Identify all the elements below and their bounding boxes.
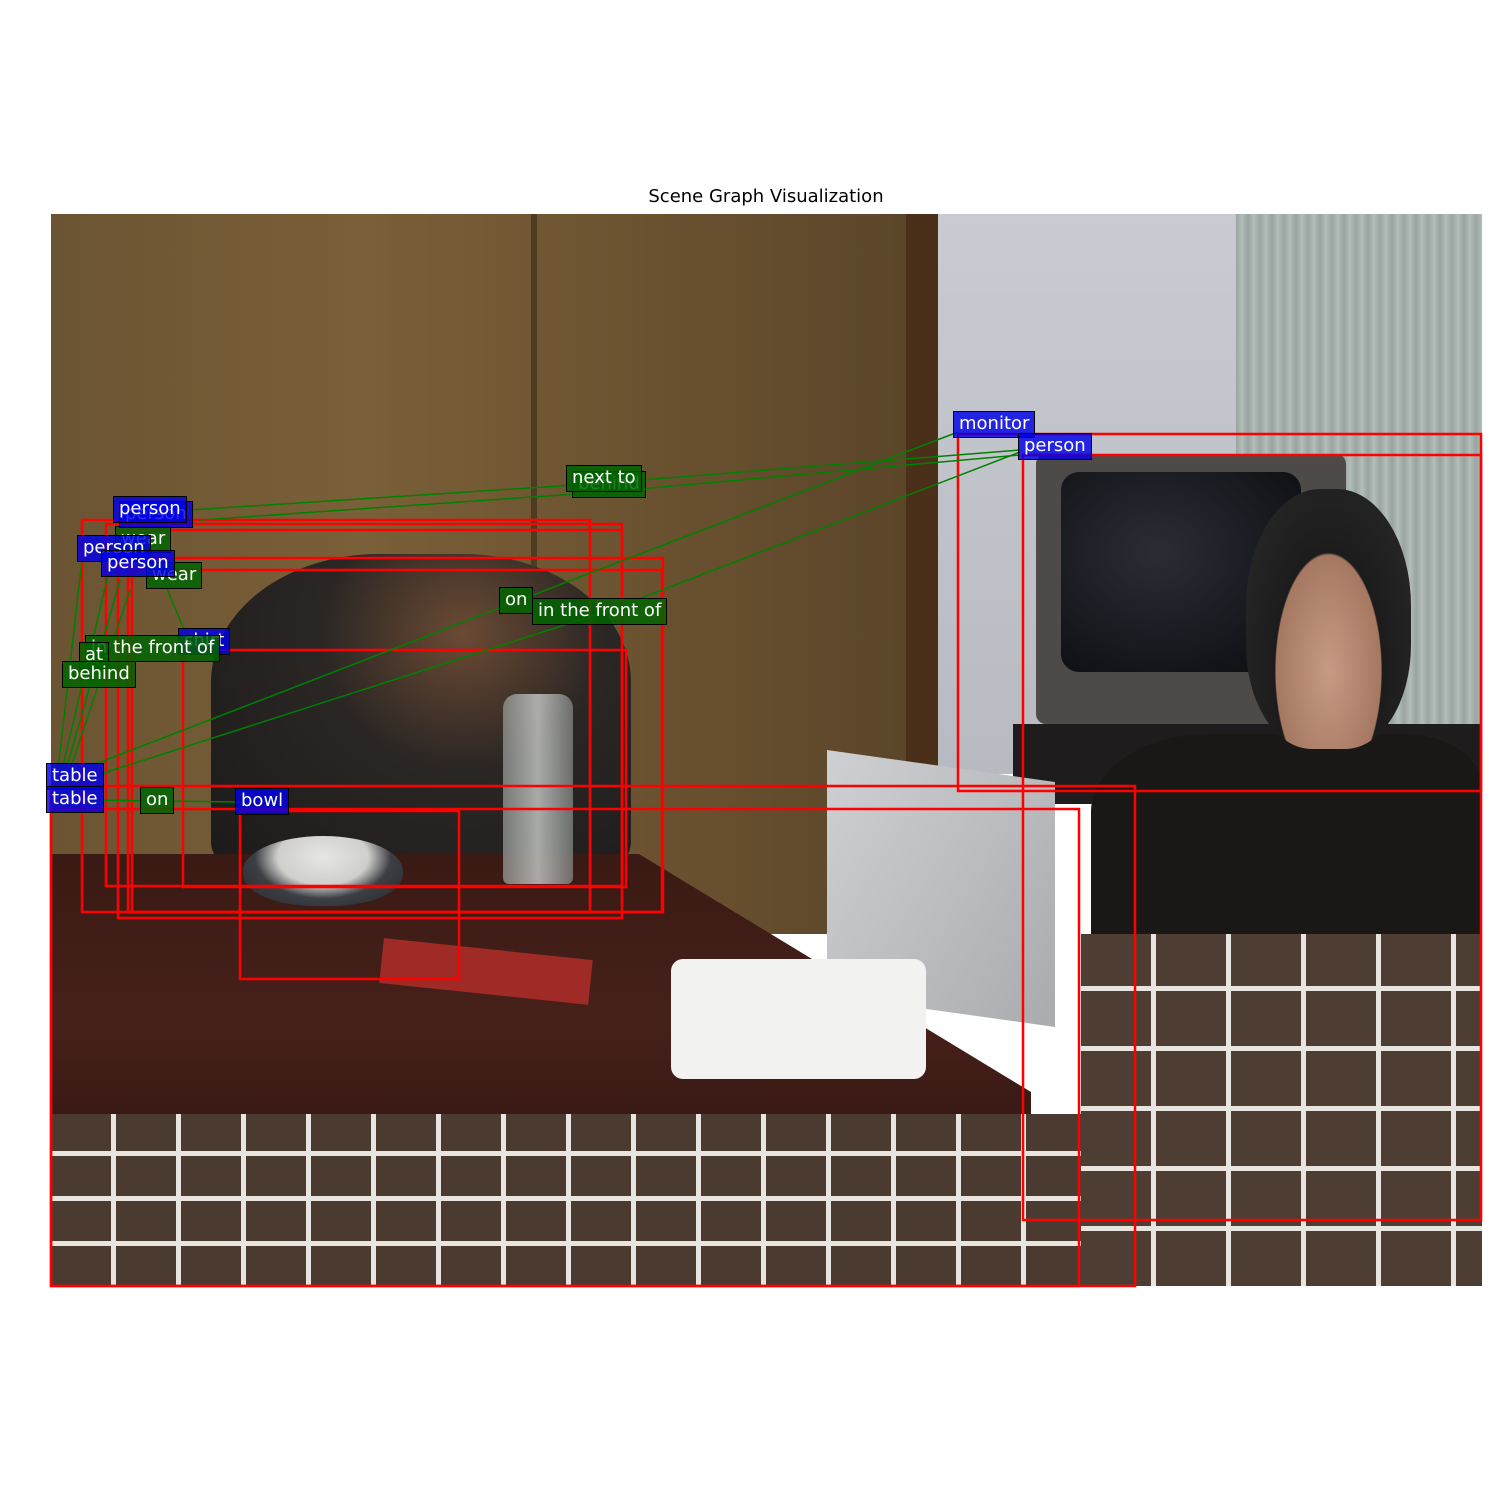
bbox-shirt [181,648,628,889]
node-label-bowl: bowl [235,788,290,815]
bbox-monitor [956,432,1483,793]
relation-label-next-to: next to [566,465,642,492]
relation-label-behind: behind [62,661,136,688]
overlay-layer [49,431,1483,1288]
relation-label-in-the-front-of: in the front of [532,598,668,625]
node-label-person: person [113,496,187,523]
bbox-person-right [1021,453,1483,1222]
node-label-table: table [46,786,104,813]
bbox-table-2 [49,807,1081,1288]
relation-label-on: on [140,787,175,814]
bbox-bowl [238,809,461,981]
edge-table-on [79,599,521,771]
edge-on-monitor [519,431,959,601]
edge-nextto-person [589,449,1021,485]
node-label-person: person [1018,433,1092,460]
bbox-table-1 [49,784,1137,1288]
scene-graph-figure: Scene Graph Visualization next to on in … [0,0,1500,1500]
relation-label-on: on [499,587,534,614]
node-label-person: person [101,550,175,577]
